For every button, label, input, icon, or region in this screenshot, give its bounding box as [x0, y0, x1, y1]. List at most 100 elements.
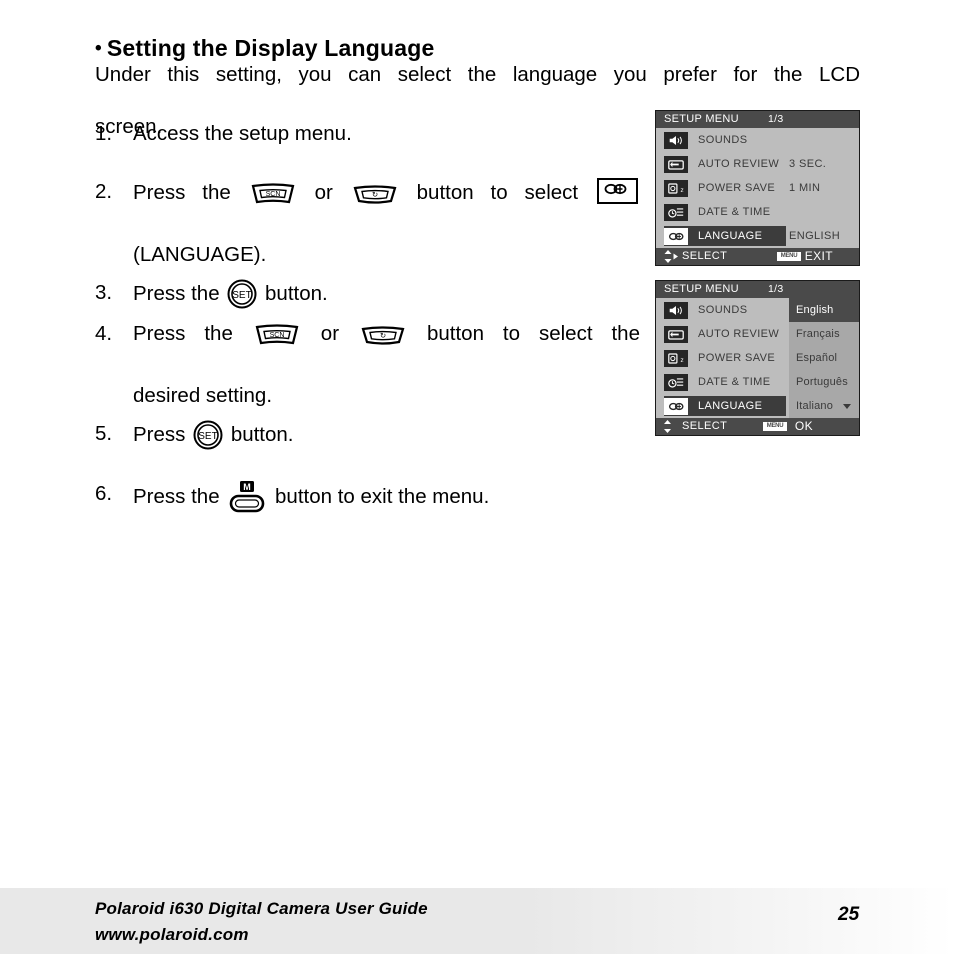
- menu-item-power-save[interactable]: z POWER SAVE 1 MIN: [656, 176, 859, 200]
- power-save-icon: z: [664, 179, 688, 197]
- bullet-glyph: •: [95, 38, 102, 59]
- step-2-number: 2.: [95, 180, 113, 203]
- language-option-label: Français: [796, 328, 840, 340]
- lcd-footer-bar: SELECT MENU OK: [656, 418, 859, 435]
- step-4-pre: Press the: [133, 322, 233, 345]
- step-2-post: button to select: [416, 181, 579, 204]
- manual-page: • Setting the Display Language Under this…: [0, 0, 954, 954]
- step-5-text: Press SET button.: [133, 420, 640, 450]
- step-6: 6. Press the M button to exit the menu.: [95, 480, 640, 514]
- menu-item-label: LANGUAGE: [698, 400, 763, 412]
- scn-button-icon: SCN: [255, 323, 299, 346]
- language-option-english[interactable]: English: [789, 298, 859, 322]
- step-5-number: 5.: [95, 422, 113, 445]
- svg-text:↻: ↻: [372, 190, 378, 199]
- camera-lcd-language-list: SETUP MENU 1/3 SOUNDS AUTO REVIEW z POWE…: [655, 280, 860, 436]
- lcd-page-indicator: 1/3: [768, 283, 784, 295]
- step-4-mid: or: [320, 322, 340, 345]
- step-4-number: 4.: [95, 322, 113, 345]
- menu-item-label: SOUNDS: [698, 304, 748, 316]
- power-save-icon: z: [664, 349, 688, 367]
- speaker-icon: [664, 131, 688, 149]
- step-2-line-1: Press the SCN or ↻ button to select: [133, 178, 640, 235]
- step-6-pre: Press the: [133, 485, 220, 508]
- language-option-label: Español: [796, 352, 838, 364]
- menu-item-label: POWER SAVE: [698, 352, 776, 364]
- step-6-post: button to exit the menu.: [275, 485, 490, 508]
- steps-list: 1. Access the setup menu. 2. Press the S…: [95, 120, 640, 521]
- date-time-icon: [664, 373, 688, 391]
- self-timer-button-icon: ↻: [353, 183, 397, 205]
- language-icon: [664, 227, 688, 245]
- step-3-number: 3.: [95, 281, 113, 304]
- set-button-icon: SET: [193, 420, 223, 450]
- menu-item-sounds[interactable]: SOUNDS: [656, 128, 859, 152]
- lcd-rows: SOUNDS AUTO REVIEW 3 SEC. z POWER SAVE 1…: [656, 128, 859, 248]
- chevron-down-icon[interactable]: [843, 404, 851, 409]
- lcd-page-indicator: 1/3: [768, 113, 784, 125]
- step-2-mid: or: [314, 181, 333, 204]
- language-option-label: English: [796, 304, 834, 316]
- auto-review-icon: [664, 155, 688, 173]
- step-4-line-2: desired setting.: [133, 384, 273, 407]
- menu-item-label: AUTO REVIEW: [698, 328, 780, 340]
- menu-item-label: AUTO REVIEW: [698, 158, 780, 170]
- page-number: 25: [838, 904, 860, 925]
- lcd-action-label: OK: [794, 419, 813, 433]
- language-option-francais[interactable]: Français: [789, 322, 859, 346]
- navigation-arrows-icon: [662, 248, 680, 265]
- menu-item-label: DATE & TIME: [698, 206, 771, 218]
- menu-item-auto-review[interactable]: AUTO REVIEW 3 SEC.: [656, 152, 859, 176]
- menu-item-date-time[interactable]: DATE & TIME: [656, 200, 859, 224]
- step-4: 4. Press the SCN or ↻ button to select t…: [95, 320, 640, 410]
- menu-badge-icon: MENU: [777, 252, 801, 261]
- auto-review-icon: [664, 325, 688, 343]
- step-4-post: button to select the: [426, 322, 640, 345]
- svg-text:z: z: [681, 187, 684, 194]
- step-5-pre: Press: [133, 423, 186, 446]
- camera-lcd-setup-menu: SETUP MENU 1/3 SOUNDS AUTO REVIEW 3 SEC.: [655, 110, 860, 266]
- step-2-line-2: (LANGUAGE).: [133, 243, 267, 266]
- svg-text:SET: SET: [233, 290, 252, 301]
- scn-button-icon: SCN: [251, 182, 295, 205]
- menu-item-label: SOUNDS: [698, 134, 748, 146]
- step-6-text: Press the M button to exit the menu.: [133, 480, 640, 514]
- lcd-footer-bar: SELECT MENU EXIT: [656, 248, 859, 265]
- step-3-pre: Press the: [133, 282, 220, 305]
- lcd-select-label: SELECT: [682, 250, 728, 262]
- language-option-espanol[interactable]: Español: [789, 346, 859, 370]
- language-icon: [597, 178, 638, 204]
- step-3: 3. Press the SET button.: [95, 279, 640, 309]
- menu-item-value: 1 MIN: [789, 182, 821, 194]
- page-title: • Setting the Display Language: [95, 35, 435, 62]
- step-4-line-1: Press the SCN or ↻ button to select the: [133, 320, 640, 376]
- svg-text:SET: SET: [198, 431, 217, 442]
- step-2-pre: Press the: [133, 181, 231, 204]
- menu-item-language[interactable]: LANGUAGE ENGLISH: [656, 224, 859, 248]
- step-1-number: 1.: [95, 122, 113, 145]
- language-option-label: Português: [796, 376, 848, 388]
- language-option-italiano[interactable]: Italiano: [789, 394, 859, 418]
- footer-website: www.polaroid.com: [95, 925, 249, 944]
- menu-item-label: LANGUAGE: [698, 230, 763, 242]
- step-1-text: Access the setup menu.: [133, 122, 352, 145]
- svg-text:↻: ↻: [380, 331, 386, 340]
- menu-badge-icon: MENU: [763, 422, 787, 431]
- lcd-title-text: SETUP MENU: [664, 113, 739, 125]
- menu-item-value: ENGLISH: [789, 230, 841, 242]
- language-option-label: Italiano: [796, 400, 834, 412]
- menu-item-label: POWER SAVE: [698, 182, 776, 194]
- language-dropdown[interactable]: English Français Español Português Itali…: [789, 298, 859, 418]
- lcd-select-label: SELECT: [682, 420, 728, 432]
- footer-title: Polaroid i630 Digital Camera User Guide: [95, 899, 428, 918]
- step-5-post: button.: [230, 423, 294, 446]
- step-2: 2. Press the SCN or ↻ button to select (…: [95, 178, 640, 269]
- speaker-icon: [664, 301, 688, 319]
- language-option-portugues[interactable]: Português: [789, 370, 859, 394]
- svg-text:SCN: SCN: [269, 332, 284, 339]
- lcd-title-text: SETUP MENU: [664, 283, 739, 295]
- step-1: 1. Access the setup menu.: [95, 120, 640, 148]
- page-title-text: Setting the Display Language: [106, 35, 435, 61]
- step-3-text: Press the SET button.: [133, 279, 640, 309]
- svg-text:M: M: [244, 482, 252, 492]
